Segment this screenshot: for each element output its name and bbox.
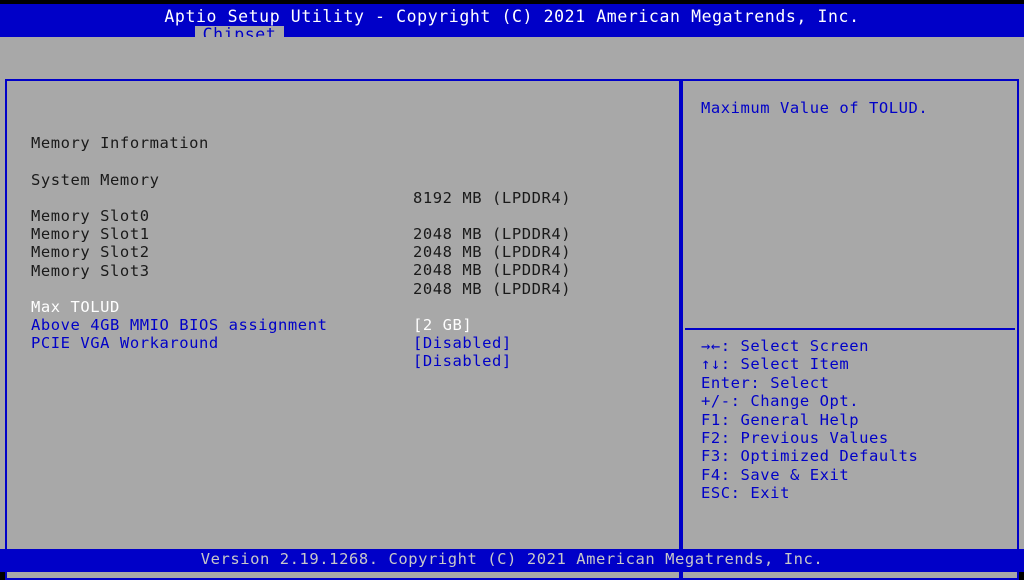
legend-item-save-and-exit: F4: Save & Exit xyxy=(701,466,1011,484)
legend-keys: F1: xyxy=(701,410,731,429)
legend-keys: →←: xyxy=(701,337,731,355)
bios-setup-screen: Aptio Setup Utility - Copyright (C) 2021… xyxy=(0,0,1024,580)
section-heading-label: Memory Information xyxy=(31,134,209,152)
settings-panel: Memory Information System Memory 8192 MB… xyxy=(5,79,681,580)
legend-item-select-screen: →←: Select Screen xyxy=(701,337,1011,355)
legend-item-previous-values: F2: Previous Values xyxy=(701,429,1011,447)
legend-keys: F2: xyxy=(701,429,731,448)
title-bar: Aptio Setup Utility - Copyright (C) 2021… xyxy=(0,4,1024,44)
legend-action: Change Opt. xyxy=(750,392,860,411)
legend-action: Exit xyxy=(750,484,790,503)
row-memory-slot1: Memory Slot1 2048 MB (LPDDR4) xyxy=(7,207,679,261)
setting-row-max-tolud[interactable]: Max TOLUD [2 GB] xyxy=(7,280,679,334)
row-memory-slot3: Memory Slot3 2048 MB (LPDDR4) xyxy=(7,244,679,298)
setting-row-pcie-vga-workaround[interactable]: PCIE VGA Workaround [Disabled] xyxy=(7,316,679,370)
body-area: Memory Information System Memory 8192 MB… xyxy=(0,37,1024,580)
legend-action: General Help xyxy=(740,410,860,429)
legend-action: Optimized Defaults xyxy=(740,447,919,466)
row-label: Memory Slot3 xyxy=(31,262,150,280)
row-memory-slot0: Memory Slot0 2048 MB (LPDDR4) xyxy=(7,189,679,243)
setting-label: PCIE VGA Workaround xyxy=(31,334,219,352)
setting-row-above-4gb-mmio-bios-assignment[interactable]: Above 4GB MMIO BIOS assignment [Disabled… xyxy=(7,298,679,352)
legend-item-select-item: ↑↓: Select Item xyxy=(701,355,1011,373)
row-system-memory: System Memory 8192 MB (LPDDR4) xyxy=(7,153,679,207)
key-legend: →←: Select Screen ↑↓: Select Item Enter:… xyxy=(701,337,1011,503)
legend-item-enter-select: Enter: Select xyxy=(701,374,1011,392)
legend-keys: Enter: xyxy=(701,373,761,392)
legend-keys: ESC: xyxy=(701,484,741,503)
legend-action: Select Screen xyxy=(740,337,870,355)
help-text: Maximum Value of TOLUD. xyxy=(701,99,929,117)
setting-value[interactable]: [Disabled] xyxy=(413,334,512,352)
legend-keys: ↑↓: xyxy=(701,355,731,374)
legend-item-exit: ESC: Exit xyxy=(701,484,1011,502)
help-panel: Maximum Value of TOLUD. →←: Select Scree… xyxy=(681,79,1019,580)
footer-version-text: Version 2.19.1268. Copyright (C) 2021 Am… xyxy=(200,550,824,568)
legend-keys: F4: xyxy=(701,465,731,484)
legend-item-optimized-defaults: F3: Optimized Defaults xyxy=(701,447,1011,465)
legend-action: Select Item xyxy=(740,355,850,374)
page-title: Aptio Setup Utility - Copyright (C) 2021… xyxy=(164,7,860,26)
section-heading-memory-information: Memory Information xyxy=(7,116,679,152)
legend-action: Select xyxy=(770,373,830,392)
legend-action: Previous Values xyxy=(740,429,889,448)
help-divider xyxy=(685,328,1015,330)
footer-bar: Version 2.19.1268. Copyright (C) 2021 Am… xyxy=(0,549,1024,572)
row-label: System Memory xyxy=(31,171,160,189)
legend-item-change-opt: +/-: Change Opt. xyxy=(701,392,1011,410)
legend-keys: +/-: xyxy=(701,392,741,411)
row-value: 2048 MB (LPDDR4) xyxy=(413,261,572,279)
legend-item-general-help: F1: General Help xyxy=(701,411,1011,429)
setting-value[interactable]: [Disabled] xyxy=(413,352,512,370)
row-memory-slot2: Memory Slot2 2048 MB (LPDDR4) xyxy=(7,225,679,279)
legend-keys: F3: xyxy=(701,447,731,466)
legend-action: Save & Exit xyxy=(740,465,850,484)
